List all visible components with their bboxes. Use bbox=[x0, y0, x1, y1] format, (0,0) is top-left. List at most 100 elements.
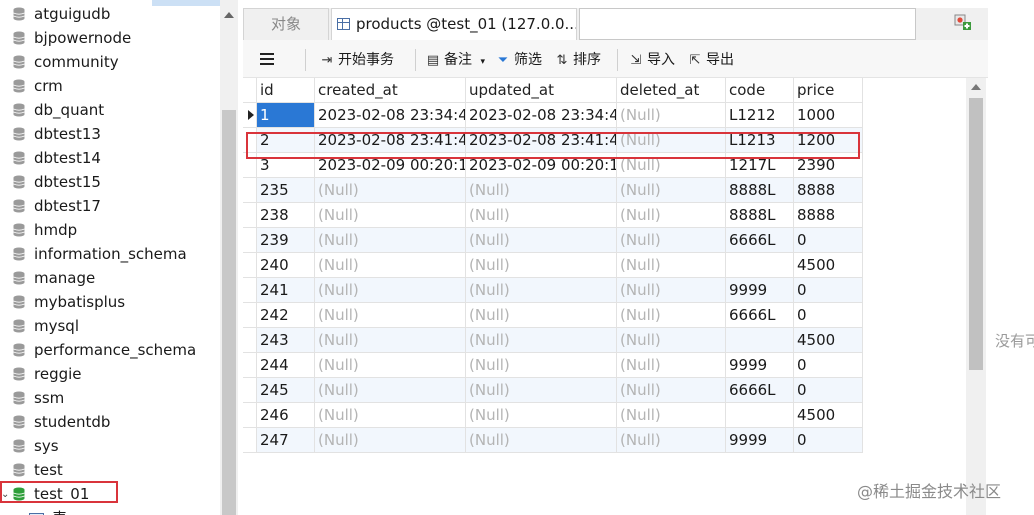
cell-price[interactable]: 4500 bbox=[794, 328, 863, 353]
cell-price[interactable]: 0 bbox=[794, 278, 863, 303]
cell-created-at[interactable]: (Null) bbox=[315, 353, 466, 378]
tree-item-dbtest15[interactable]: dbtest15 bbox=[0, 170, 220, 194]
cell-id[interactable]: 246 bbox=[257, 403, 315, 428]
tree-item-mybatisplus[interactable]: mybatisplus bbox=[0, 290, 220, 314]
cell-deleted-at[interactable]: (Null) bbox=[617, 178, 726, 203]
row-selector[interactable] bbox=[243, 303, 257, 328]
cell-price[interactable]: 0 bbox=[794, 378, 863, 403]
cell-deleted-at[interactable]: (Null) bbox=[617, 403, 726, 428]
cell-deleted-at[interactable]: (Null) bbox=[617, 353, 726, 378]
cell-id[interactable]: 239 bbox=[257, 228, 315, 253]
cell-price[interactable]: 4500 bbox=[794, 403, 863, 428]
tree-scroll-thumb[interactable] bbox=[222, 110, 236, 515]
cell-updated-at[interactable]: (Null) bbox=[466, 403, 617, 428]
cell-price[interactable]: 0 bbox=[794, 303, 863, 328]
tree-item-test[interactable]: test bbox=[0, 458, 220, 482]
grid-scroll-thumb[interactable] bbox=[969, 98, 983, 370]
cell-updated-at[interactable]: (Null) bbox=[466, 328, 617, 353]
cell-created-at[interactable]: (Null) bbox=[315, 228, 466, 253]
cell-code[interactable]: 9999 bbox=[726, 278, 794, 303]
cell-created-at[interactable]: (Null) bbox=[315, 203, 466, 228]
table-row[interactable]: 238 (Null) (Null) (Null) 8888L 8888 bbox=[243, 203, 863, 228]
row-selector[interactable] bbox=[243, 378, 257, 403]
cell-id[interactable]: 238 bbox=[257, 203, 315, 228]
row-selector[interactable] bbox=[243, 178, 257, 203]
tree-item-community[interactable]: community bbox=[0, 50, 220, 74]
cell-price[interactable]: 8888 bbox=[794, 203, 863, 228]
cell-price[interactable]: 0 bbox=[794, 353, 863, 378]
cell-deleted-at[interactable]: (Null) bbox=[617, 378, 726, 403]
table-row[interactable]: 242 (Null) (Null) (Null) 6666L 0 bbox=[243, 303, 863, 328]
tree-item-hmdp[interactable]: hmdp bbox=[0, 218, 220, 242]
column-header-price[interactable]: price bbox=[794, 78, 863, 103]
cell-id[interactable]: 244 bbox=[257, 353, 315, 378]
cell-updated-at[interactable]: (Null) bbox=[466, 278, 617, 303]
tree-item-bjpowernode[interactable]: bjpowernode bbox=[0, 26, 220, 50]
tree-item-information-schema[interactable]: information_schema bbox=[0, 242, 220, 266]
cell-deleted-at[interactable]: (Null) bbox=[617, 303, 726, 328]
cell-updated-at[interactable]: (Null) bbox=[466, 303, 617, 328]
tree-item-sys[interactable]: sys bbox=[0, 434, 220, 458]
cell-code[interactable]: 8888L bbox=[726, 178, 794, 203]
cell-deleted-at[interactable]: (Null) bbox=[617, 203, 726, 228]
cell-created-at[interactable]: (Null) bbox=[315, 253, 466, 278]
table-row[interactable]: 244 (Null) (Null) (Null) 9999 0 bbox=[243, 353, 863, 378]
column-header-code[interactable]: code bbox=[726, 78, 794, 103]
row-selector[interactable] bbox=[243, 278, 257, 303]
cell-id[interactable]: 242 bbox=[257, 303, 315, 328]
cell-code[interactable]: 8888L bbox=[726, 203, 794, 228]
sort-button[interactable]: ⇅ 排序 bbox=[554, 49, 601, 71]
cell-created-at[interactable]: 2023-02-08 23:34:40 bbox=[315, 103, 466, 128]
scroll-up-arrow-icon[interactable] bbox=[971, 84, 981, 90]
notes-dropdown-icon[interactable]: ▾ bbox=[480, 57, 485, 67]
cell-updated-at[interactable]: (Null) bbox=[466, 353, 617, 378]
cell-deleted-at[interactable]: (Null) bbox=[617, 328, 726, 353]
table-row[interactable]: 240 (Null) (Null) (Null) 4500 bbox=[243, 253, 863, 278]
cell-code[interactable]: 6666L bbox=[726, 378, 794, 403]
table-row[interactable]: 245 (Null) (Null) (Null) 6666L 0 bbox=[243, 378, 863, 403]
tree-item-dbtest17[interactable]: dbtest17 bbox=[0, 194, 220, 218]
tree-item-dbtest14[interactable]: dbtest14 bbox=[0, 146, 220, 170]
cell-updated-at[interactable]: (Null) bbox=[466, 178, 617, 203]
cell-price[interactable]: 4500 bbox=[794, 253, 863, 278]
cell-id[interactable]: 241 bbox=[257, 278, 315, 303]
grid-scrollbar[interactable] bbox=[966, 78, 986, 515]
tree-item-studentdb[interactable]: studentdb bbox=[0, 410, 220, 434]
row-selector[interactable] bbox=[243, 403, 257, 428]
cell-code[interactable]: 6666L bbox=[726, 303, 794, 328]
cell-code[interactable]: 9999 bbox=[726, 428, 794, 453]
cell-code[interactable]: L1212 bbox=[726, 103, 794, 128]
cell-deleted-at[interactable]: (Null) bbox=[617, 278, 726, 303]
cell-created-at[interactable]: (Null) bbox=[315, 278, 466, 303]
row-selector[interactable] bbox=[243, 353, 257, 378]
row-selector[interactable] bbox=[243, 203, 257, 228]
cell-price[interactable]: 1000 bbox=[794, 103, 863, 128]
table-row[interactable]: 243 (Null) (Null) (Null) 4500 bbox=[243, 328, 863, 353]
begin-transaction-button[interactable]: ⇥ 开始事务 bbox=[319, 49, 394, 71]
cell-code[interactable]: 9999 bbox=[726, 353, 794, 378]
cell-updated-at[interactable]: (Null) bbox=[466, 228, 617, 253]
tree-item-manage[interactable]: manage bbox=[0, 266, 220, 290]
cell-id[interactable]: 245 bbox=[257, 378, 315, 403]
row-selector[interactable] bbox=[243, 228, 257, 253]
tree-item-dbtest13[interactable]: dbtest13 bbox=[0, 122, 220, 146]
tab-objects[interactable]: 对象 bbox=[243, 8, 329, 40]
cell-code[interactable] bbox=[726, 403, 794, 428]
new-query-icon[interactable] bbox=[954, 14, 972, 32]
cell-price[interactable]: 8888 bbox=[794, 178, 863, 203]
tree-item-db-quant[interactable]: db_quant bbox=[0, 98, 220, 122]
row-selector[interactable] bbox=[243, 103, 257, 128]
notes-button[interactable]: ▤ 备注 ▾ bbox=[425, 49, 485, 71]
cell-deleted-at[interactable]: (Null) bbox=[617, 103, 726, 128]
import-button[interactable]: ⇲ 导入 bbox=[628, 49, 675, 71]
export-button[interactable]: ⇱ 导出 bbox=[687, 49, 734, 71]
cell-updated-at[interactable]: (Null) bbox=[466, 428, 617, 453]
table-row[interactable]: 1 2023-02-08 23:34:40 2023-02-08 23:34:40(… bbox=[243, 103, 863, 128]
cell-updated-at[interactable]: (Null) bbox=[466, 203, 617, 228]
table-row[interactable]: 246 (Null) (Null) (Null) 4500 bbox=[243, 403, 863, 428]
scroll-up-arrow-icon[interactable] bbox=[224, 12, 234, 18]
cell-updated-at[interactable]: (Null) bbox=[466, 253, 617, 278]
cell-id[interactable]: 1 bbox=[257, 103, 315, 128]
tree-item-crm[interactable]: crm bbox=[0, 74, 220, 98]
cell-code[interactable] bbox=[726, 328, 794, 353]
